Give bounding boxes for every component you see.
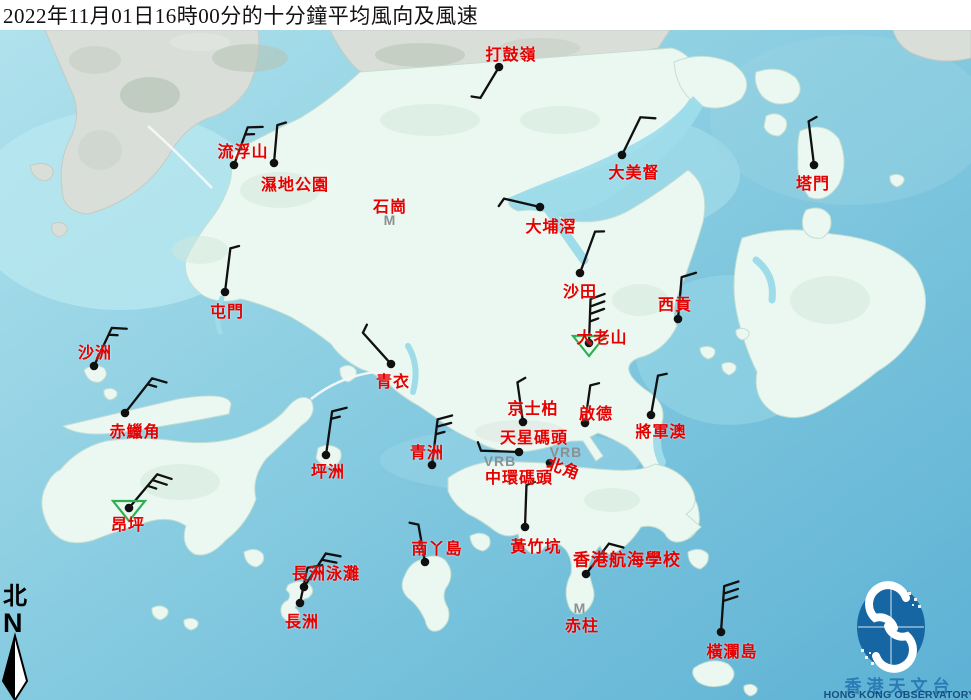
north-cjk-label: 北 bbox=[3, 583, 27, 610]
wind-barb-icon-tap-mun bbox=[809, 117, 817, 165]
station-dot-tai-po-kau bbox=[536, 203, 545, 212]
station-label-sha-tin: 沙田 bbox=[563, 278, 597, 302]
north-arrow: 北 N bbox=[0, 578, 40, 700]
station-label-ta-kwu-ling: 打鼓嶺 bbox=[485, 41, 536, 65]
station-label-lau-fau-shan: 流浮山 bbox=[217, 138, 268, 162]
wind-barb-icon-peng-chau bbox=[326, 408, 347, 455]
wind-barb-icon-ngong-ping bbox=[129, 474, 172, 508]
station-dot-sai-kung bbox=[674, 315, 683, 324]
station-label-cheung-chau: 長洲 bbox=[285, 608, 319, 632]
station-label-stanley: 赤柱 bbox=[565, 612, 599, 636]
station-dot-sha-tin bbox=[576, 269, 585, 278]
station-dot-cheung-chau bbox=[296, 599, 305, 608]
wind-barb-icon-tuen-mun bbox=[225, 246, 239, 292]
wind-barb-icon-waglan-island bbox=[721, 581, 738, 632]
station-dot-waglan-island bbox=[717, 628, 726, 637]
station-label-lamma-island: 南丫島 bbox=[411, 535, 462, 559]
station-label-cheung-chau-beach: 長洲泳灘 bbox=[292, 560, 360, 584]
station-dot-tsing-yi bbox=[387, 360, 396, 369]
title-bar: 2022年11月01日16時00分的十分鐘平均風向及風速 bbox=[0, 0, 971, 30]
station-label-tseung-kwan-o: 將軍澳 bbox=[635, 418, 686, 442]
station-label-sha-chau: 沙洲 bbox=[78, 339, 112, 363]
station-label-tap-mun: 塔門 bbox=[796, 170, 830, 194]
station-label-tsing-yi: 青衣 bbox=[376, 368, 410, 392]
wind-barb-icon-wetland-park bbox=[274, 123, 286, 163]
wind-barb-icon-tai-po-kau bbox=[499, 199, 540, 207]
station-label-star-ferry: 天星碼頭 bbox=[500, 424, 568, 448]
wind-barb-icon-ta-kwu-ling bbox=[472, 67, 499, 98]
station-dot-chek-lap-kok bbox=[121, 409, 130, 418]
station-label-central-pier: 中環碼頭 bbox=[485, 464, 553, 488]
station-label-chek-lap-kok: 赤鱲角 bbox=[109, 418, 160, 442]
wind-barb-icon-chek-lap-kok bbox=[125, 378, 167, 413]
wind-map: 打鼓嶺流浮山濕地公園石崗M大美督塔門大埔滘沙田屯門西貢沙洲大老山青衣京士柏啟德將… bbox=[0, 0, 971, 700]
station-label-kings-park: 京士柏 bbox=[507, 395, 558, 419]
station-label-sai-kung: 西貢 bbox=[658, 291, 692, 315]
hko-logo: 香港天文台 HONG KONG OBSERVATORY bbox=[828, 580, 971, 700]
station-dot-tap-mun bbox=[810, 161, 819, 170]
hko-logo-english-name: HONG KONG OBSERVATORY bbox=[824, 689, 971, 700]
station-label-tai-mei-tuk: 大美督 bbox=[608, 159, 659, 183]
station-label-green-island: 青洲 bbox=[410, 439, 444, 463]
station-label-tai-po-kau: 大埔滘 bbox=[525, 213, 576, 237]
station-label-peng-chau: 坪洲 bbox=[311, 458, 345, 482]
station-label-ngong-ping: 昂坪 bbox=[111, 511, 145, 535]
station-label-kai-tak: 啟德 bbox=[579, 400, 613, 424]
station-dot-wetland-park bbox=[270, 159, 279, 168]
station-label-tuen-mun: 屯門 bbox=[210, 298, 244, 322]
north-letter-label: N bbox=[3, 608, 23, 638]
wind-barb-icon-tai-mei-tuk bbox=[622, 117, 655, 155]
station-dot-hk-sea-school bbox=[582, 570, 591, 579]
station-label-shek-kong: 石崗 bbox=[373, 193, 407, 217]
station-label-waglan-island: 橫瀾島 bbox=[706, 638, 757, 662]
wind-barb-icon-wong-chuk-hang bbox=[525, 482, 535, 527]
station-label-wong-chuk-hang: 黃竹坑 bbox=[510, 533, 561, 557]
station-dot-tuen-mun bbox=[221, 288, 230, 297]
station-dot-wong-chuk-hang bbox=[521, 523, 530, 532]
wind-barb-icon-sha-tin bbox=[580, 231, 604, 273]
wind-barb-layer bbox=[0, 0, 971, 700]
station-label-hk-sea-school: 香港航海學校 bbox=[573, 546, 681, 571]
wind-barb-icon-tsing-yi bbox=[363, 325, 391, 364]
compass-needle-dark-half bbox=[3, 636, 15, 700]
station-dot-tai-mei-tuk bbox=[618, 151, 627, 160]
station-label-tates-cairn: 大老山 bbox=[576, 324, 627, 348]
station-label-wetland-park: 濕地公園 bbox=[261, 171, 329, 195]
map-title: 2022年11月01日16時00分的十分鐘平均風向及風速 bbox=[0, 0, 478, 30]
wind-barb-icon-tseung-kwan-o bbox=[651, 374, 667, 415]
